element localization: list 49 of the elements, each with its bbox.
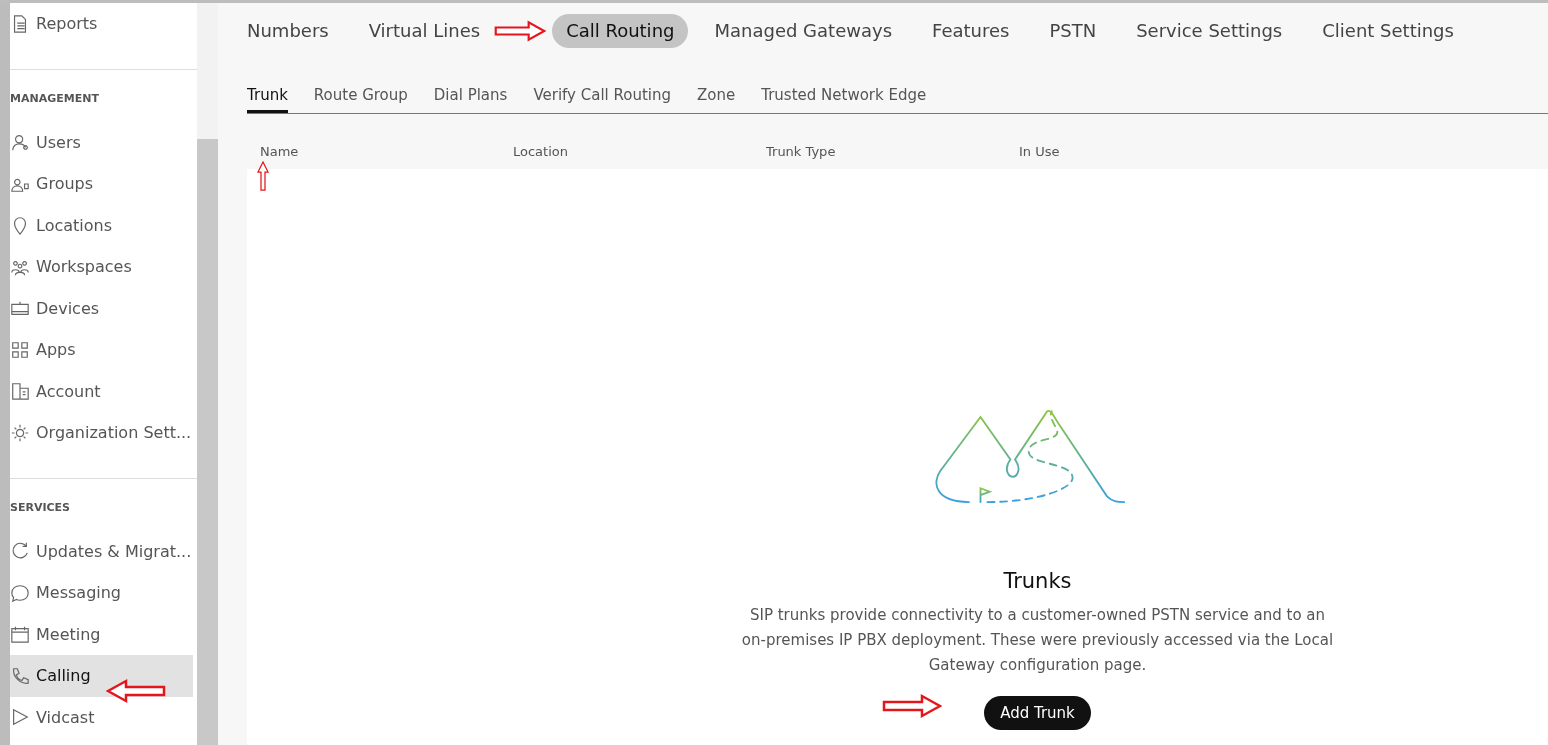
sidebar-item[interactable]: Groups (10, 163, 193, 205)
nav-tab[interactable]: Managed Gateways (700, 14, 906, 48)
scrollbar-thumb[interactable] (197, 139, 218, 745)
sub-tab[interactable]: Dial Plans (433, 86, 508, 113)
nav-icon (10, 582, 30, 603)
annotation-arrow (494, 20, 547, 42)
sub-tab[interactable]: Verify Call Routing (533, 86, 671, 113)
nav-icon (10, 707, 30, 728)
sidebar-item[interactable]: Organization Sett... (10, 412, 193, 454)
empty-state-title: Trunks (1003, 569, 1072, 593)
nav-tab[interactable]: Numbers (233, 14, 343, 48)
nav-tab[interactable]: PSTN (1035, 14, 1111, 48)
sidebar-item[interactable]: Locations (10, 204, 193, 246)
sidebar-item[interactable]: Workspaces (10, 246, 193, 288)
sidebar-item[interactable]: Devices (10, 287, 193, 329)
annotation-arrow (106, 677, 166, 705)
column-header: Trunk Type (766, 144, 837, 159)
nav-icon (10, 665, 30, 686)
nav-icon (10, 339, 30, 360)
column-header: In Use (1019, 144, 1061, 159)
nav-tab[interactable]: Features (918, 14, 1024, 48)
sidebar-item[interactable]: Account (10, 370, 193, 412)
column-header: Name (260, 144, 300, 159)
sidebar-item[interactable]: Meeting (10, 613, 193, 655)
sidebar-item[interactable]: Vidcast (10, 696, 193, 738)
nav-icon (10, 422, 30, 443)
empty-state-description: SIP trunks provide connectivity to a customer-owned PSTN service and to an on-premises IP PBX deployment. These were previously accessed via the Local Gateway configuration page. (740, 605, 1335, 676)
sub-tab[interactable]: Zone (697, 86, 736, 113)
sidebar-item[interactable]: Updates & Migrat... (10, 530, 193, 572)
nav-tab[interactable]: Call Routing (552, 14, 689, 48)
section-heading: SERVICES (10, 500, 72, 516)
sidebar-item[interactable]: Calling (10, 655, 193, 697)
sub-tab[interactable]: Route Group (313, 86, 408, 113)
sidebar-item[interactable]: Users (10, 121, 193, 163)
sub-tab[interactable]: Trusted Network Edge (761, 86, 927, 113)
nav-icon (10, 132, 30, 153)
nav-icon (10, 381, 30, 402)
sub-tab[interactable]: Trunk (247, 86, 288, 113)
nav-icon (10, 624, 30, 645)
column-header: Location (513, 144, 569, 159)
section-heading: MANAGEMENT (10, 91, 100, 107)
sidebar-item[interactable]: Reports (10, 3, 193, 45)
nav-tab[interactable]: Client Settings (1308, 14, 1468, 48)
annotation-arrow (882, 693, 942, 719)
sidebar-item[interactable]: Apps (10, 329, 193, 371)
sidebar-item[interactable]: Messaging (10, 572, 193, 614)
nav-tab[interactable]: Virtual Lines (354, 14, 495, 48)
nav-tab[interactable]: Service Settings (1122, 14, 1297, 48)
add-trunk-button[interactable]: Add Trunk (984, 696, 1091, 730)
